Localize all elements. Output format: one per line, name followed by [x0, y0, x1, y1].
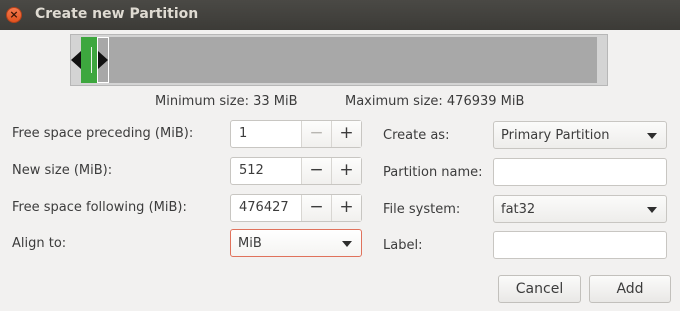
file-system-dropdown[interactable]: fat32 — [493, 195, 667, 223]
maximum-size-label: Maximum size: 476939 MiB — [345, 94, 525, 109]
free-space-following-label: Free space following (MiB): — [12, 200, 187, 215]
window-title: Create new Partition — [35, 6, 199, 22]
partition-resizer[interactable] — [70, 34, 608, 86]
increment-button[interactable]: + — [332, 121, 361, 147]
new-size-label: New size (MiB): — [12, 163, 113, 178]
partition-name-label: Partition name: — [383, 165, 483, 180]
resize-right-handle-icon[interactable] — [98, 51, 108, 69]
partition-name-input[interactable] — [493, 158, 667, 186]
align-to-value: MiB — [238, 236, 262, 251]
chevron-down-icon — [342, 241, 352, 247]
new-size-input[interactable]: 512 — [231, 158, 302, 184]
decrement-button[interactable]: − — [302, 121, 332, 147]
free-space-following-input[interactable]: 476427 — [231, 195, 302, 221]
create-as-label: Create as: — [383, 128, 450, 143]
align-to-dropdown[interactable]: MiB — [230, 229, 362, 257]
free-space-preceding-label: Free space preceding (MiB): — [12, 126, 194, 141]
free-space-preceding-spinner[interactable]: 1 − + — [230, 120, 362, 148]
chevron-down-icon — [647, 133, 657, 139]
minimum-size-label: Minimum size: 33 MiB — [155, 94, 298, 109]
new-partition-block[interactable] — [81, 37, 97, 83]
free-space-preceding-input[interactable]: 1 — [231, 121, 302, 147]
title-bar: × Create new Partition — [0, 0, 680, 30]
file-system-label: File system: — [383, 202, 461, 217]
create-as-value: Primary Partition — [501, 128, 610, 143]
create-as-dropdown[interactable]: Primary Partition — [493, 121, 667, 149]
chevron-down-icon — [647, 207, 657, 213]
file-system-value: fat32 — [501, 202, 536, 217]
align-to-label: Align to: — [12, 236, 67, 251]
new-size-spinner[interactable]: 512 − + — [230, 157, 362, 185]
add-button[interactable]: Add — [589, 275, 671, 303]
dialog-content: Minimum size: 33 MiB Maximum size: 47693… — [0, 30, 680, 311]
unallocated-space — [81, 37, 597, 83]
label-input[interactable] — [493, 231, 667, 259]
free-space-following-spinner[interactable]: 476427 − + — [230, 194, 362, 222]
close-icon[interactable]: × — [6, 7, 22, 23]
cancel-button[interactable]: Cancel — [498, 275, 581, 303]
decrement-button[interactable]: − — [302, 158, 332, 184]
increment-button[interactable]: + — [332, 158, 361, 184]
increment-button[interactable]: + — [332, 195, 361, 221]
decrement-button[interactable]: − — [302, 195, 332, 221]
label-field-label: Label: — [383, 238, 423, 253]
resize-left-handle-icon[interactable] — [71, 51, 81, 69]
partition-used-marker — [91, 47, 92, 73]
